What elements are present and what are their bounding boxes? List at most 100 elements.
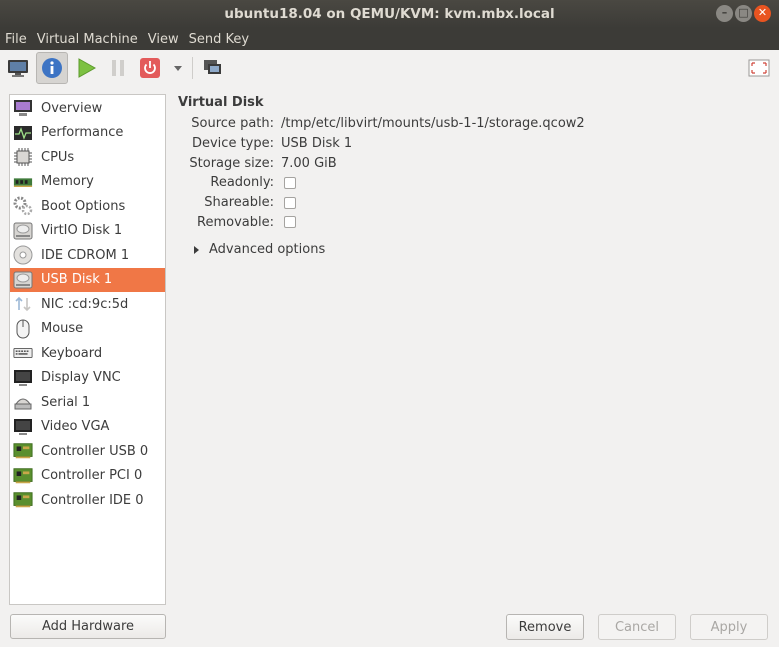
details-button[interactable] (36, 51, 68, 84)
section-title: Virtual Disk (178, 95, 264, 110)
title-bar: ubuntu18.04 on QEMU/KVM: kvm.mbx.local –… (0, 0, 779, 28)
sidebar-item-label: Controller PCI 0 (41, 468, 143, 484)
readonly-label: Readonly: (210, 175, 274, 191)
controller-icon (13, 441, 33, 461)
keyboard-icon (13, 343, 33, 363)
disk-icon (13, 270, 33, 290)
menu-virtual-machine[interactable]: Virtual Machine (32, 32, 143, 47)
maximize-button[interactable]: □ (735, 5, 752, 22)
readonly-row: Readonly: (178, 173, 585, 193)
advanced-options-expander[interactable]: Advanced options (194, 242, 585, 257)
shareable-checkbox[interactable] (284, 196, 296, 209)
sidebar-item-label: VirtIO Disk 1 (41, 223, 123, 239)
snapshots-button[interactable] (199, 54, 227, 82)
cancel-button[interactable]: Cancel (598, 614, 676, 640)
sidebar-item-label: Controller USB 0 (41, 443, 149, 459)
sidebar-item-label: Display VNC (41, 370, 121, 386)
sidebar-item-controller-usb-0[interactable]: Controller USB 0 (10, 439, 165, 464)
sidebar-item-video-vga[interactable]: Video VGA (10, 415, 165, 440)
sidebar-item-display-vnc[interactable]: Display VNC (10, 366, 165, 391)
toolbar (0, 50, 779, 85)
sidebar-item-label: Overview (41, 100, 103, 116)
chevron-down-icon (174, 65, 182, 71)
source-path-row: Source path: /tmp/etc/libvirt/mounts/usb… (178, 114, 584, 134)
shutdown-menu-button[interactable] (170, 54, 186, 82)
sidebar-item-virtio-disk-1[interactable]: VirtIO Disk 1 (10, 219, 165, 244)
menu-send-key[interactable]: Send Key (184, 32, 254, 47)
sidebar-item-serial-1[interactable]: Serial 1 (10, 390, 165, 415)
device-type-row: Device type: USB Disk 1 (178, 134, 585, 154)
boot-options-icon (13, 196, 33, 216)
info-icon (42, 57, 62, 78)
console-button[interactable] (4, 54, 32, 82)
run-button[interactable] (72, 54, 100, 82)
window-controls: – □ ✕ (716, 5, 771, 22)
remove-button[interactable]: Remove (506, 614, 584, 640)
monitor-icon (8, 59, 28, 77)
minimize-button[interactable]: – (716, 5, 733, 22)
sidebar-item-nic[interactable]: NIC :cd:9c:5d (10, 292, 165, 317)
disk-icon (13, 221, 33, 241)
close-icon: ✕ (757, 6, 768, 19)
sidebar-item-label: Performance (41, 125, 124, 141)
sidebar-item-boot-options[interactable]: Boot Options (10, 194, 165, 219)
video-icon (13, 417, 33, 437)
snapshot-icon (204, 59, 221, 74)
sidebar-item-label: Mouse (41, 321, 84, 337)
sidebar-item-cpus[interactable]: CPUs (10, 145, 165, 170)
advanced-options-label: Advanced options (209, 242, 326, 258)
play-icon (78, 57, 96, 78)
mouse-icon (13, 319, 33, 339)
cpu-icon (13, 147, 33, 167)
storage-size-value: 7.00 GiB (281, 155, 337, 171)
expander-arrow-icon (194, 245, 199, 254)
sidebar-item-label: Boot Options (41, 198, 126, 214)
network-icon (13, 294, 33, 314)
removable-checkbox[interactable] (284, 216, 296, 229)
sidebar-item-memory[interactable]: Memory (10, 170, 165, 195)
sidebar-item-label: Controller IDE 0 (41, 492, 144, 508)
controller-icon (13, 490, 33, 510)
menu-view[interactable]: View (143, 32, 184, 47)
performance-icon (13, 123, 33, 143)
controller-icon (13, 466, 33, 486)
display-icon (13, 368, 33, 388)
sidebar-item-controller-pci-0[interactable]: Controller PCI 0 (10, 464, 165, 489)
sidebar-item-ide-cdrom-1[interactable]: IDE CDROM 1 (10, 243, 165, 268)
readonly-checkbox[interactable] (284, 176, 296, 189)
pause-button[interactable] (104, 54, 132, 82)
shutdown-button[interactable] (136, 54, 164, 82)
menu-file[interactable]: File (0, 32, 32, 47)
sidebar-item-overview[interactable]: Overview (10, 96, 165, 121)
pause-icon (112, 59, 124, 76)
toolbar-separator (192, 56, 193, 79)
power-icon (140, 57, 160, 78)
fullscreen-icon (748, 59, 770, 76)
device-type-label: Device type: (191, 136, 274, 152)
fullscreen-button[interactable] (745, 54, 773, 82)
minimize-icon: – (721, 6, 728, 19)
sidebar-item-label: Serial 1 (41, 394, 91, 410)
hardware-list: Overview Performance CPUs Memory Boot Op… (9, 94, 166, 605)
sidebar-item-label: Keyboard (41, 345, 103, 361)
sidebar-item-keyboard[interactable]: Keyboard (10, 341, 165, 366)
add-hardware-button[interactable]: Add Hardware (10, 614, 166, 639)
maximize-icon: □ (738, 6, 749, 19)
sidebar-item-label: USB Disk 1 (41, 272, 113, 288)
shareable-label: Shareable: (204, 195, 274, 211)
close-button[interactable]: ✕ (754, 5, 771, 22)
storage-size-row: Storage size: 7.00 GiB (178, 153, 585, 173)
cdrom-icon (13, 245, 33, 265)
source-path-label: Source path: (191, 116, 274, 132)
sidebar-item-performance[interactable]: Performance (10, 121, 165, 146)
sidebar-item-label: IDE CDROM 1 (41, 247, 130, 263)
sidebar-item-label: NIC :cd:9c:5d (41, 296, 129, 312)
disk-details-panel: Virtual Disk Source path: /tmp/etc/libvi… (178, 95, 585, 257)
sidebar-item-label: CPUs (41, 149, 75, 165)
sidebar-item-controller-ide-0[interactable]: Controller IDE 0 (10, 488, 165, 513)
sidebar-item-usb-disk-1[interactable]: USB Disk 1 (10, 267, 165, 292)
sidebar-item-label: Video VGA (41, 419, 110, 435)
apply-button[interactable]: Apply (690, 614, 768, 640)
sidebar-item-mouse[interactable]: Mouse (10, 317, 165, 342)
shareable-row: Shareable: (178, 193, 585, 213)
